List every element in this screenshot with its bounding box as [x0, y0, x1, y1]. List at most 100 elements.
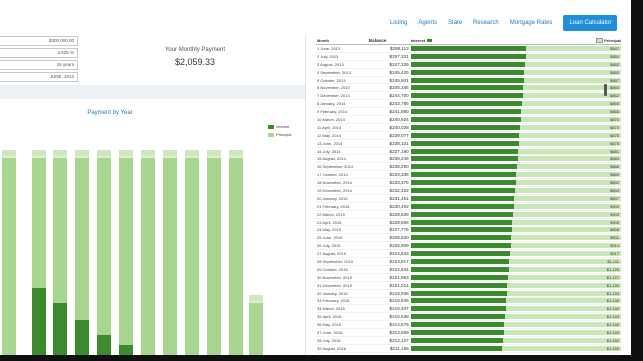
- row-interest-bar: [410, 53, 526, 59]
- row-interest-bar: [410, 211, 514, 217]
- divider: [305, 35, 306, 355]
- row-principal: $884: [610, 156, 619, 162]
- chart-bar: [32, 150, 46, 358]
- row-interest-bar: [410, 187, 515, 193]
- row-payment-bar: $876: [410, 132, 621, 138]
- row-payment-bar: $917: [410, 251, 621, 257]
- chart-title: Payment by Year: [87, 110, 133, 116]
- loan-calculator-button[interactable]: Loan Calculator: [563, 15, 618, 31]
- bar-cap: [141, 150, 155, 156]
- row-interest-bar: [410, 282, 508, 288]
- row-month: 28 September, 2015: [317, 258, 354, 264]
- header-month[interactable]: Month: [316, 37, 369, 44]
- row-interest-bar: [410, 148, 519, 154]
- row-principal: $1,149: [606, 330, 619, 335]
- row-principal: $865: [610, 101, 619, 107]
- row-principal: $1,130: [606, 282, 619, 288]
- row-balance: $215,538: [389, 314, 409, 320]
- bar-cap: [229, 150, 243, 156]
- chart-bar: [163, 150, 177, 358]
- row-month: 30 November, 2015: [317, 274, 352, 280]
- row-payment-bar: $873: [410, 124, 621, 130]
- row-balance: $240,028: [389, 124, 409, 130]
- table-row: 11 April, 2014 $240,028 $873: [316, 124, 621, 132]
- bar-interest: [53, 303, 67, 358]
- interest-rate-field[interactable]: 3.625 %: [0, 48, 78, 58]
- row-interest-bar: [410, 266, 509, 272]
- bar-cap: [249, 295, 263, 301]
- row-interest-bar: [410, 45, 527, 51]
- legend-label-interest: Interest: [276, 124, 290, 129]
- row-month: 17 October, 2014: [317, 172, 348, 178]
- row-payment-bar: $911: [410, 235, 621, 241]
- row-balance: $234,336: [389, 172, 409, 178]
- start-date-select[interactable]: JUNE, 2013: [0, 72, 78, 82]
- window-edge: [631, 0, 643, 361]
- header-balance[interactable]: Balance: [369, 37, 411, 44]
- bar-interest: [75, 320, 89, 358]
- amortization-table: Month Balance Interest Principal 1 June,…: [316, 37, 621, 357]
- row-month: 2 July, 2013: [317, 53, 339, 59]
- table-row: 35 April, 2016 $215,538 $1,143: [316, 313, 621, 322]
- table-row: 12 May, 2014 $239,077 $876: [316, 132, 621, 140]
- nav-link-mortgage-rates[interactable]: Mortgage Rates: [510, 20, 553, 26]
- table-row: 34 March, 2016 $216,407 $1,140: [316, 305, 621, 314]
- row-payment-bar: $847: [410, 45, 621, 51]
- bar-cap: [32, 150, 46, 156]
- row-interest-bar: [410, 322, 505, 328]
- row-payment-bar: $897: [410, 195, 621, 201]
- loan-amount-field[interactable]: $300,000.00: [0, 36, 78, 46]
- bar-principal: [119, 158, 133, 358]
- row-payment-bar: $868: [410, 109, 621, 115]
- row-principal: $914: [610, 243, 619, 249]
- table-row: 28 September, 2015 $223,817 $1,111: [316, 258, 621, 266]
- nav-link-agents[interactable]: Agents: [418, 20, 437, 26]
- row-interest-bar: [410, 203, 514, 209]
- row-interest-bar: [410, 156, 518, 162]
- row-payment-bar: $889: [410, 172, 621, 178]
- row-month: 35 April, 2016: [317, 314, 342, 320]
- nav-link-listing[interactable]: Listing: [390, 20, 407, 26]
- row-month: 15 August, 2014: [317, 156, 346, 162]
- header-interest-label: Interest: [410, 38, 426, 43]
- row-month: 4 September, 2013: [317, 69, 351, 75]
- row-payment-bar: $862: [410, 93, 621, 99]
- row-interest-bar: [410, 243, 511, 249]
- nav-link-state[interactable]: State: [448, 20, 462, 26]
- row-month: 32 January, 2016: [317, 290, 348, 296]
- row-balance: $241,880: [389, 109, 409, 115]
- row-month: 27 August, 2015: [317, 251, 346, 257]
- bar-cap: [119, 150, 133, 156]
- row-balance: $236,246: [389, 156, 409, 162]
- legend-swatch-interest: [268, 124, 274, 129]
- loan-term-select[interactable]: 15 years: [0, 60, 78, 70]
- table-row: 15 August, 2014 $236,246 $884: [316, 155, 621, 164]
- bar-interest: [32, 288, 46, 358]
- chart-legend: Interest Principal: [268, 124, 298, 140]
- row-principal: $876: [610, 132, 619, 138]
- row-month: 38 July, 2016: [317, 337, 341, 343]
- row-month: 21 February, 2015: [317, 203, 350, 209]
- header-interest[interactable]: Interest: [411, 37, 561, 44]
- row-principal: $870: [610, 116, 619, 122]
- table-row: 19 December, 2014 $232,422 $894: [316, 187, 621, 195]
- row-month: 6 November, 2013: [317, 85, 350, 91]
- row-payment-bar: $1,136: [410, 298, 621, 304]
- row-interest-bar: [410, 124, 521, 130]
- chart-bar: [119, 150, 133, 358]
- row-principal: $862: [610, 93, 619, 99]
- row-balance: $221,963: [389, 274, 409, 280]
- row-interest-bar: [410, 164, 517, 170]
- header-principal[interactable]: Principal: [560, 37, 621, 44]
- row-balance: $298,113: [389, 45, 409, 51]
- table-row: 27 August, 2015 $224,933 $917: [316, 250, 621, 259]
- table-row: 29 October, 2015 $222,944 $1,125: [316, 266, 621, 274]
- row-balance: $222,944: [389, 266, 409, 272]
- row-principal: $1,136: [606, 298, 619, 304]
- row-payment-bar: $908: [410, 227, 621, 233]
- nav-link-research[interactable]: Research: [473, 20, 499, 26]
- chart-bar: [141, 150, 155, 358]
- row-payment-bar: $850: [410, 53, 621, 59]
- row-principal: $917: [610, 251, 619, 257]
- monthly-payment-value: $2,059.33: [174, 57, 216, 67]
